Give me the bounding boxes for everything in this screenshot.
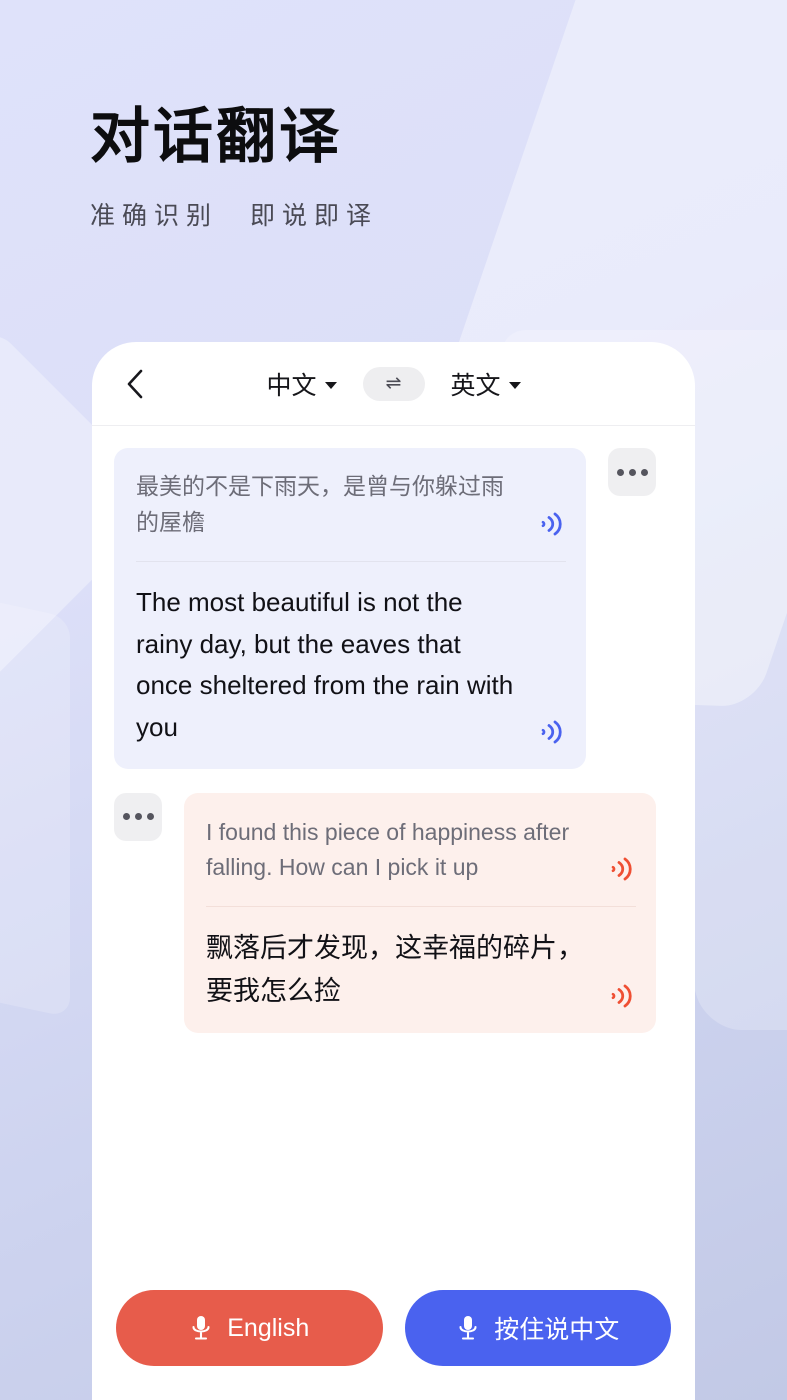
bubble-divider bbox=[206, 905, 636, 907]
more-dots-icon bbox=[122, 813, 130, 821]
play-translation-audio-button[interactable] bbox=[594, 981, 636, 1013]
phone-header: 中文 ⇌ 英文 bbox=[92, 342, 695, 426]
language-selector-bar: 中文 ⇌ 英文 bbox=[92, 342, 695, 425]
more-dots-icon bbox=[616, 468, 624, 476]
source-language-dropdown[interactable]: 中文 bbox=[266, 366, 337, 402]
back-button[interactable] bbox=[118, 367, 152, 401]
chevron-left-icon bbox=[127, 369, 143, 398]
message-bubble-blue[interactable]: 最美的不是下雨天，是曾与你躲过雨的屋檐 The most beautiful i… bbox=[114, 448, 586, 769]
chevron-down-icon bbox=[324, 382, 337, 389]
mic-button-row: English 按住说中文 bbox=[92, 1290, 695, 1366]
conversation-list: 最美的不是下雨天，是曾与你躲过雨的屋檐 The most beautiful i… bbox=[92, 426, 695, 1286]
play-source-audio-button[interactable] bbox=[594, 854, 636, 886]
translated-text: 飘落后才发现，这幸福的碎片，要我怎么捡 bbox=[206, 932, 584, 1008]
message-row: 最美的不是下雨天，是曾与你躲过雨的屋檐 The most beautiful i… bbox=[92, 448, 695, 769]
translation-segment: The most beautiful is not the rainy day,… bbox=[136, 582, 566, 748]
page-subtitle: 准确识别 即说即译 bbox=[90, 202, 379, 231]
message-row: I found this piece of happiness after fa… bbox=[92, 792, 695, 1034]
message-menu-button[interactable] bbox=[114, 792, 162, 841]
play-source-audio-button[interactable] bbox=[524, 509, 566, 541]
more-dots-icon bbox=[628, 468, 636, 476]
hero-block: 对话翻译 准确识别 即说即译 bbox=[90, 103, 378, 232]
sound-wave-icon bbox=[541, 720, 562, 744]
bubble-divider bbox=[136, 561, 566, 563]
target-language-label: 英文 bbox=[450, 371, 501, 400]
source-language-label: 中文 bbox=[266, 371, 317, 400]
speak-english-label: English bbox=[227, 1313, 310, 1342]
play-translation-audio-button[interactable] bbox=[524, 717, 566, 749]
sound-wave-icon bbox=[611, 857, 632, 881]
source-text: 最美的不是下雨天，是曾与你躲过雨的屋檐 bbox=[136, 474, 504, 536]
bg-shape-left-lower bbox=[0, 562, 70, 1018]
microphone-icon bbox=[459, 1316, 477, 1340]
microphone-icon bbox=[192, 1316, 210, 1340]
page-title: 对话翻译 bbox=[90, 103, 342, 170]
target-language-dropdown[interactable]: 英文 bbox=[451, 366, 521, 402]
translated-text: The most beautiful is not the rainy day,… bbox=[136, 587, 514, 743]
more-dots-icon bbox=[146, 813, 154, 821]
source-segment: 最美的不是下雨天，是曾与你躲过雨的屋檐 bbox=[136, 470, 566, 541]
swap-languages-button[interactable]: ⇌ bbox=[362, 366, 425, 401]
message-bubble-pink[interactable]: I found this piece of happiness after fa… bbox=[184, 792, 656, 1034]
source-text: I found this piece of happiness after fa… bbox=[206, 818, 570, 881]
more-dots-icon bbox=[640, 468, 648, 476]
speak-chinese-button[interactable]: 按住说中文 bbox=[404, 1290, 671, 1366]
speak-english-button[interactable]: English bbox=[116, 1290, 383, 1366]
sound-wave-icon bbox=[541, 512, 562, 536]
message-menu-button[interactable] bbox=[608, 448, 656, 496]
translation-segment: 飘落后才发现，这幸福的碎片，要我怎么捡 bbox=[206, 927, 636, 1013]
more-dots-icon bbox=[134, 813, 142, 821]
phone-mockup-card: 中文 ⇌ 英文 最美的不是下雨天，是曾与你躲过雨的屋檐 The most bea… bbox=[92, 342, 695, 1400]
chevron-down-icon bbox=[508, 382, 521, 389]
speak-chinese-label: 按住说中文 bbox=[494, 1315, 620, 1344]
sound-wave-icon bbox=[611, 984, 632, 1008]
swap-icon: ⇌ bbox=[385, 373, 402, 394]
source-segment: I found this piece of happiness after fa… bbox=[206, 815, 636, 886]
